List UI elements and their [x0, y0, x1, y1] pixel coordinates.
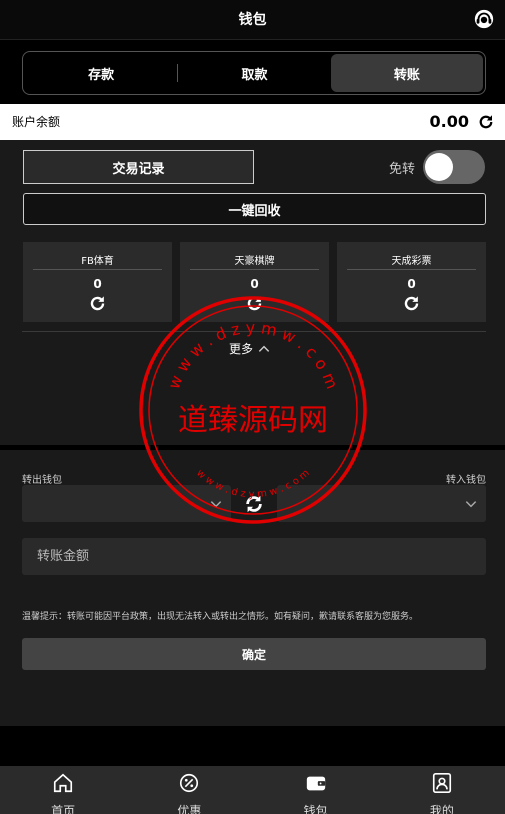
nav-label: 钱包	[303, 804, 328, 814]
nav-item-promotions[interactable]: 优惠	[126, 766, 252, 814]
from-wallet-label: 转出钱包	[22, 475, 62, 486]
nav-label: 首页	[51, 804, 76, 814]
game-balance: 0	[407, 277, 416, 291]
card-divider	[347, 269, 476, 270]
confirm-button[interactable]: 确定	[22, 638, 486, 670]
chevron-down-icon	[465, 501, 477, 508]
card-divider	[33, 269, 162, 270]
warm-notice: 温馨提示：转账可能因平台政策，出现无法转入或转出之情形。如有疑问，歉请联系客服为…	[22, 612, 419, 622]
card-divider	[190, 269, 319, 270]
refresh-icon[interactable]	[88, 294, 107, 313]
discount-icon	[180, 773, 199, 793]
from-wallet-select[interactable]	[22, 485, 231, 522]
game-name: 天豪棋牌	[234, 256, 275, 267]
bottom-nav: 首页 优惠 钱包 我的	[0, 766, 505, 814]
chevron-up-icon	[258, 345, 270, 352]
nav-item-profile[interactable]: 我的	[379, 766, 505, 814]
section-divider	[22, 331, 486, 332]
game-name: 天成彩票	[391, 256, 432, 267]
to-wallet-select[interactable]	[277, 485, 486, 522]
swap-icon[interactable]	[243, 493, 265, 515]
transfer-amount-input[interactable]	[22, 538, 486, 575]
more-label: 更多	[229, 342, 254, 356]
nav-item-wallet[interactable]: 钱包	[253, 766, 379, 814]
balance-bar: 账户余额 0.00	[0, 104, 505, 140]
chevron-down-icon	[210, 501, 222, 508]
customer-service-icon[interactable]	[473, 8, 495, 30]
transfer-section: 转出钱包 转入钱包 温馨提示：转账可能因平台政策，出现无法转入或转出之情形。如有…	[0, 450, 505, 726]
balance-label: 账户余额	[12, 115, 61, 129]
balance-value: 0.00	[429, 112, 469, 131]
tab-transfer[interactable]: 转账	[330, 54, 483, 92]
wallet-tabs: 存款 取款 转账	[22, 51, 486, 95]
free-transfer-label: 免转	[389, 162, 416, 177]
game-balance: 0	[250, 277, 259, 291]
game-wallet-card: 天成彩票 0	[337, 242, 486, 322]
game-wallet-card: FB体育 0	[23, 242, 172, 322]
more-toggle[interactable]: 更多	[229, 340, 271, 357]
app-header: 钱包	[0, 0, 505, 40]
wallet-icon	[306, 776, 325, 791]
nav-item-home[interactable]: 首页	[0, 766, 126, 814]
page-title: 钱包	[238, 12, 267, 28]
to-wallet-label: 转入钱包	[446, 475, 486, 486]
refresh-icon[interactable]	[245, 294, 264, 313]
game-wallet-card: 天豪棋牌 0	[180, 242, 329, 322]
free-transfer-toggle[interactable]	[423, 150, 485, 184]
profile-icon	[432, 773, 451, 793]
game-name: FB体育	[81, 256, 114, 267]
toggle-knob	[425, 153, 453, 181]
one-click-recycle-button[interactable]: 一键回收	[23, 193, 486, 225]
tab-withdraw[interactable]: 取款	[178, 54, 330, 92]
wallet-panel: 交易记录 免转 一键回收 FB体育 0 天豪棋牌 0 天成彩票 0 更多	[0, 140, 505, 445]
tab-deposit[interactable]: 存款	[25, 54, 177, 92]
refresh-icon[interactable]	[477, 113, 495, 131]
transaction-history-button[interactable]: 交易记录	[23, 150, 254, 184]
nav-label: 我的	[429, 804, 454, 814]
refresh-icon[interactable]	[402, 294, 421, 313]
game-balance: 0	[93, 277, 102, 291]
nav-label: 优惠	[177, 804, 202, 814]
home-icon	[54, 773, 73, 793]
